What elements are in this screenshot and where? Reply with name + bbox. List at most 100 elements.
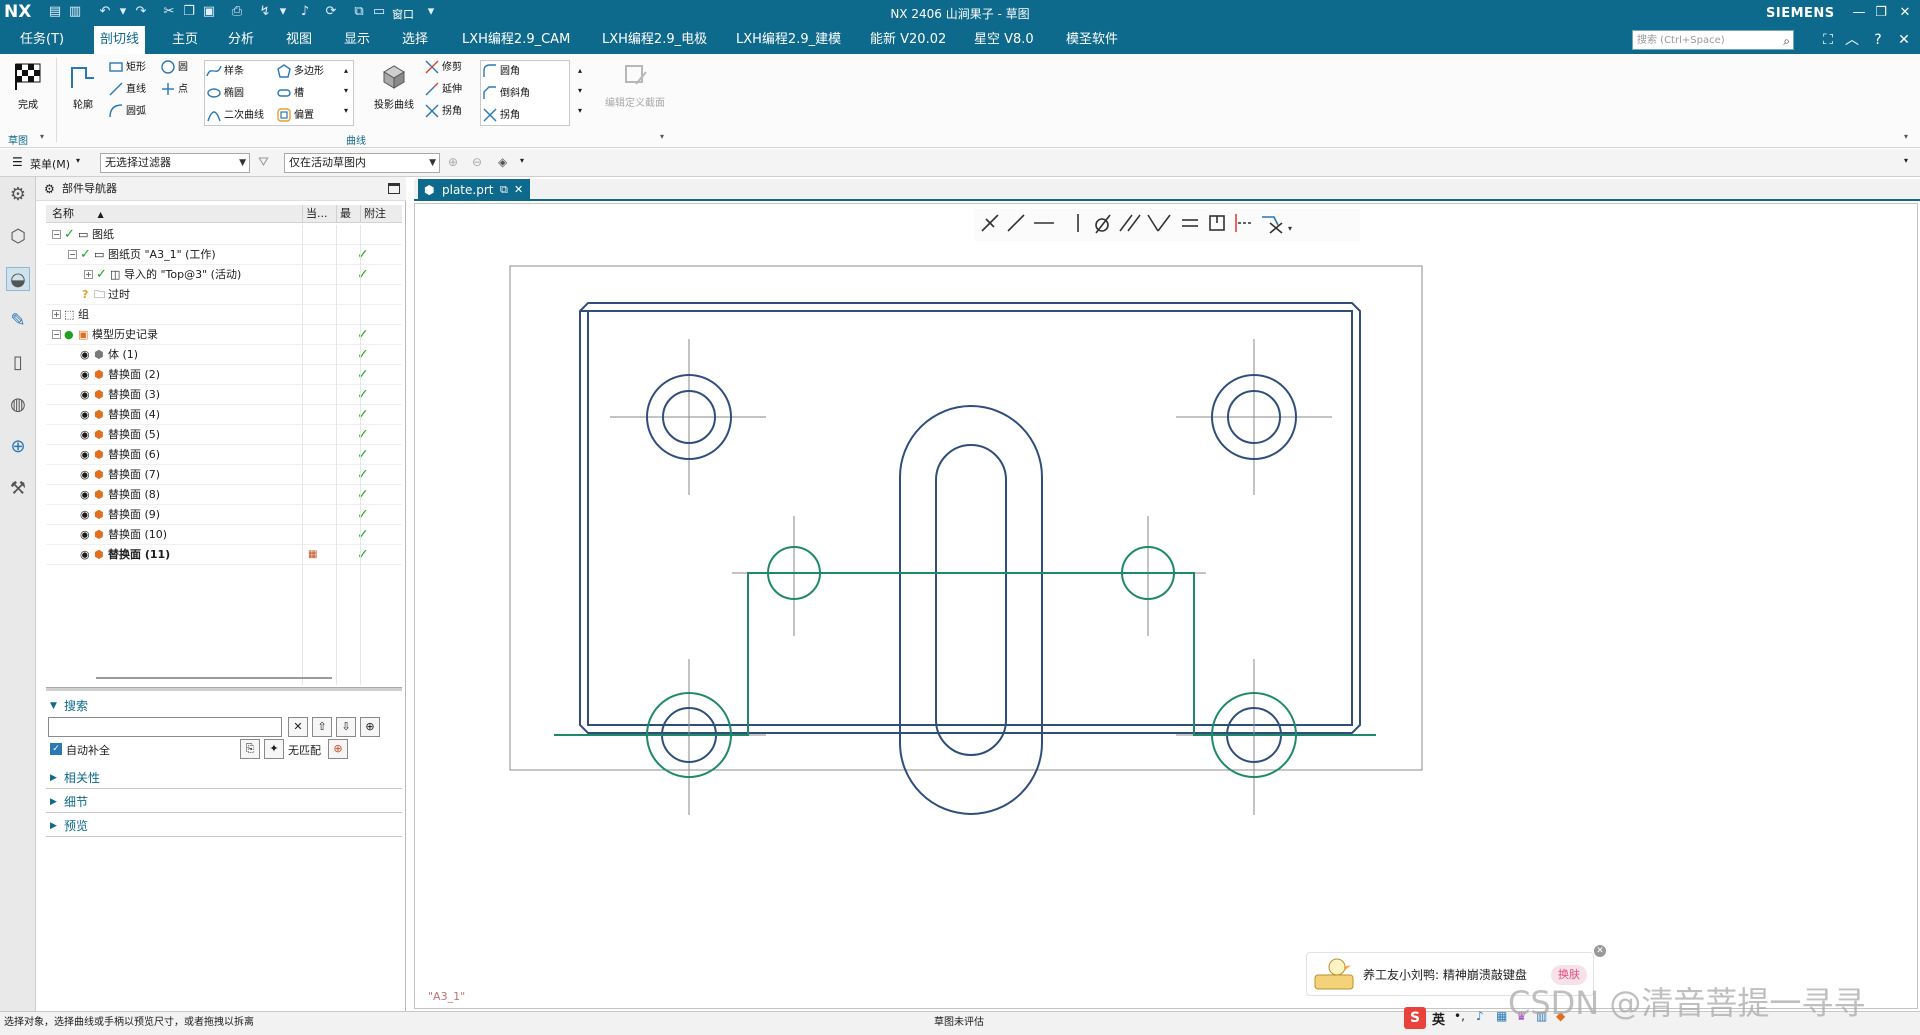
eye-icon[interactable]: ◉ bbox=[80, 405, 90, 425]
restore-icon[interactable]: ❐ bbox=[1870, 3, 1892, 23]
web-browser-icon[interactable]: ⊕ bbox=[6, 435, 30, 459]
finish-sketch-button[interactable]: 完成 bbox=[8, 60, 48, 111]
tab-task[interactable]: 任务(T) bbox=[14, 26, 70, 54]
arc-button[interactable]: 圆弧 bbox=[108, 102, 146, 122]
type-filter-select[interactable]: 无选择过滤器 ▼ bbox=[100, 153, 250, 173]
help-icon[interactable]: ? bbox=[1868, 30, 1888, 50]
dependencies-section-header[interactable]: ▶ 相关性 bbox=[46, 767, 402, 789]
collapse-icon[interactable]: − bbox=[68, 250, 77, 259]
column-current[interactable]: 当... bbox=[302, 205, 336, 223]
auto-complete-checkbox[interactable]: ✓ bbox=[50, 743, 62, 755]
tab-analysis[interactable]: 分析 bbox=[222, 26, 260, 54]
minimize-icon[interactable]: — bbox=[1848, 3, 1870, 23]
group-sketch-dropdown-icon[interactable]: ▾ bbox=[40, 132, 44, 141]
main-menu-dropdown-icon[interactable]: ▾ bbox=[76, 156, 80, 165]
roles-icon[interactable]: ⚒ bbox=[6, 477, 30, 501]
undock-icon[interactable]: ⧉ bbox=[500, 179, 508, 201]
drawing-canvas[interactable] bbox=[414, 203, 1918, 1009]
sketch-navigator-icon[interactable]: ✎ bbox=[6, 309, 30, 333]
maximize-panel-icon[interactable] bbox=[388, 183, 400, 194]
eye-icon[interactable]: ◉ bbox=[80, 365, 90, 385]
tree-row-group[interactable]: + ⬚ 组 bbox=[46, 305, 402, 325]
tab-home[interactable]: 主页 bbox=[166, 26, 204, 54]
profile-button[interactable]: 轮廓 bbox=[64, 62, 102, 111]
tab-section-line[interactable]: 剖切线 bbox=[94, 26, 146, 54]
reuse-library-icon[interactable]: ▯ bbox=[6, 351, 30, 375]
tree-row-body[interactable]: ◉ ⬢ 体 (1) ✓ bbox=[46, 345, 402, 365]
find-previous-icon[interactable]: ⇧ bbox=[312, 717, 332, 737]
horizontal-scrollbar[interactable] bbox=[96, 677, 332, 679]
find-all-icon[interactable]: ⊕ bbox=[360, 717, 380, 737]
punctuation-icon[interactable]: •, bbox=[1454, 1009, 1465, 1023]
selection-scope-select[interactable]: 仅在活动草图内 ▼ bbox=[284, 153, 440, 173]
details-section-header[interactable]: ▶ 细节 bbox=[46, 791, 402, 813]
tree-row-replace-face[interactable]: ◉ ⬢ 替换面 (6) ✓ bbox=[46, 445, 402, 465]
column-comment[interactable]: 附注 bbox=[360, 205, 402, 223]
ribbon-options-icon[interactable]: ▾ bbox=[1904, 132, 1908, 141]
assembly-navigator-icon[interactable]: ⬡ bbox=[6, 225, 30, 249]
midpoint-constraint-icon[interactable] bbox=[1235, 214, 1252, 232]
column-name[interactable]: 名称 ▲ bbox=[46, 205, 302, 223]
angle-constraint-icon[interactable] bbox=[1147, 214, 1171, 232]
search-options-icon[interactable]: ⎘ bbox=[240, 739, 260, 759]
display-constraints-icon[interactable] bbox=[1262, 216, 1283, 234]
point-button[interactable]: 点 bbox=[160, 80, 188, 100]
ellipse-button[interactable]: 椭圆 bbox=[206, 84, 244, 104]
match-indicator-icon[interactable]: ⊕ bbox=[328, 739, 348, 759]
preview-section-header[interactable]: ▶ 预览 bbox=[46, 815, 402, 837]
deselect-icon[interactable]: ⊖ bbox=[472, 155, 482, 169]
corner-button[interactable]: 拐角 bbox=[424, 102, 462, 122]
edit-section-button[interactable]: 编辑定义截面 bbox=[600, 60, 670, 109]
tab-lxh-electrode[interactable]: LXH编程2.9_电极 bbox=[596, 26, 713, 54]
close-icon[interactable]: ✕ bbox=[1894, 3, 1916, 23]
eye-icon[interactable]: ◉ bbox=[80, 385, 90, 405]
tree-row-model-history[interactable]: − ● ▣ 模型历史记录 ✓ bbox=[46, 325, 402, 345]
tree-row-outdated[interactable]: ? 🗀 过时 bbox=[46, 285, 402, 305]
tab-moldsheng[interactable]: 模圣软件 bbox=[1060, 26, 1124, 54]
ime-language-toggle[interactable]: 英 bbox=[1432, 1009, 1445, 1028]
search-section-header[interactable]: ▼ 搜索 bbox=[46, 695, 402, 717]
trim-button[interactable]: 修剪 bbox=[424, 58, 462, 78]
edit-gallery-up-icon[interactable]: ▴ bbox=[578, 66, 582, 75]
group-curve-dropdown-icon[interactable]: ▾ bbox=[660, 132, 664, 141]
tab-view[interactable]: 视图 bbox=[280, 26, 318, 54]
selbar-options-icon[interactable]: ▾ bbox=[1904, 156, 1908, 165]
collapse-icon[interactable]: − bbox=[52, 230, 61, 239]
parallel-constraint-icon[interactable] bbox=[1119, 214, 1141, 232]
tree-row-replace-face[interactable]: ◉ ⬢ 替换面 (2) ✓ bbox=[46, 365, 402, 385]
plate-outline[interactable] bbox=[579, 302, 1361, 734]
expand-icon[interactable]: + bbox=[52, 310, 61, 319]
tree-row-sheet[interactable]: − ✓ ▭ 图纸页 "A3_1" (工作) ✓ bbox=[46, 245, 402, 265]
tree-row-replace-face-current[interactable]: ◉ ⬢ 替换面 (11) ▦ ✓ bbox=[46, 545, 402, 565]
eye-icon[interactable]: ◉ bbox=[80, 465, 90, 485]
perpendicular-constraint-icon[interactable] bbox=[981, 214, 999, 232]
filter-funnel-icon[interactable]: ⛛ bbox=[258, 155, 269, 170]
keyboard-icon[interactable]: ▦ bbox=[1496, 1009, 1507, 1023]
snap-point-icon[interactable]: ◈ bbox=[498, 155, 507, 169]
eye-icon[interactable]: ◉ bbox=[80, 545, 90, 565]
equal-constraint-icon[interactable] bbox=[1182, 219, 1198, 227]
fillet-button[interactable]: 圆角 bbox=[482, 62, 520, 82]
collapse-icon[interactable]: − bbox=[52, 330, 61, 339]
edit-gallery-down-icon[interactable]: ▾ bbox=[578, 86, 582, 95]
highlight-icon[interactable]: ✦ bbox=[264, 739, 284, 759]
collapse-ribbon-icon[interactable]: ︿ bbox=[1842, 30, 1862, 50]
extend-button[interactable]: 延伸 bbox=[424, 80, 462, 100]
navigator-search-input[interactable] bbox=[48, 717, 282, 737]
fixed-constraint-icon[interactable] bbox=[1209, 215, 1225, 231]
constraint-more-icon[interactable]: ▾ bbox=[1288, 224, 1292, 233]
circle-button[interactable]: 圆 bbox=[160, 58, 188, 78]
tree-row-replace-face[interactable]: ◉ ⬢ 替换面 (8) ✓ bbox=[46, 485, 402, 505]
tangent-constraint-icon[interactable] bbox=[1095, 214, 1111, 234]
tree-row-replace-face[interactable]: ◉ ⬢ 替换面 (9) ✓ bbox=[46, 505, 402, 525]
tab-lxh-cam[interactable]: LXH编程2.9_CAM bbox=[456, 26, 576, 54]
tab-close-icon[interactable]: ✕ bbox=[514, 179, 523, 201]
tree-row-drawing[interactable]: − ✓ ▭ 图纸 bbox=[46, 225, 402, 245]
voice-input-icon[interactable]: ♪ bbox=[1476, 1009, 1484, 1023]
fullscreen-icon[interactable]: ⛶ bbox=[1818, 30, 1838, 50]
eye-icon[interactable]: ◉ bbox=[80, 525, 90, 545]
tree-row-replace-face[interactable]: ◉ ⬢ 替换面 (4) ✓ bbox=[46, 405, 402, 425]
eye-icon[interactable]: ◉ bbox=[80, 485, 90, 505]
collinear-constraint-icon[interactable] bbox=[1007, 214, 1025, 232]
tab-plate-prt[interactable]: ⬢ plate.prt ⧉ ✕ bbox=[418, 179, 530, 201]
